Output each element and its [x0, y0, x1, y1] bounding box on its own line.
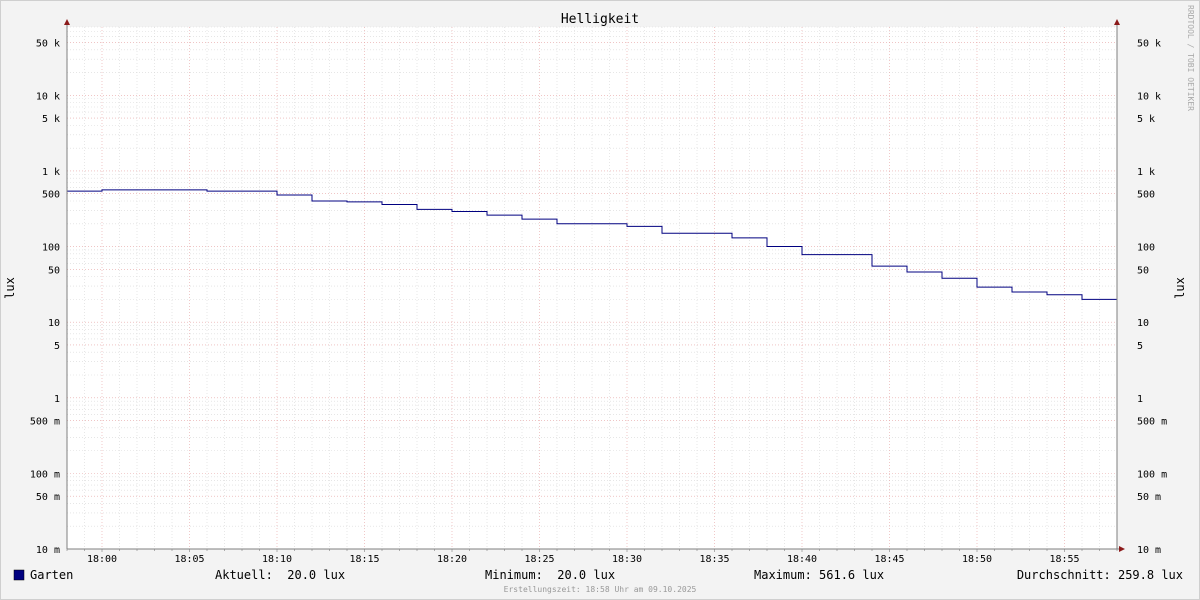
y-tick-label-right: 10 m: [1137, 545, 1161, 556]
y-tick-label-right: 1 k: [1137, 167, 1155, 178]
y-tick-label-left: 10: [48, 318, 60, 329]
y-tick-label-right: 100 m: [1137, 469, 1167, 480]
y-tick-label-right: 5 k: [1137, 114, 1155, 125]
legend-durchschnitt: Durchschnitt: 259.8 lux: [1017, 568, 1183, 582]
x-tick-label: 18:25: [524, 554, 554, 565]
x-tick-label: 18:10: [262, 554, 292, 565]
x-tick-label: 18:00: [87, 554, 117, 565]
y-tick-label-right: 5: [1137, 341, 1143, 352]
x-tick-label: 18:20: [437, 554, 467, 565]
x-tick-label: 18:15: [349, 554, 379, 565]
y-tick-label-right: 100: [1137, 243, 1155, 254]
creation-time-footer: Erstellungszeit: 18:58 Uhr am 09.10.2025: [504, 585, 697, 594]
y-tick-label-left: 5 k: [42, 114, 60, 125]
chart-title: Helligkeit: [561, 12, 639, 27]
y-tick-label-right: 50: [1137, 265, 1149, 276]
y-tick-label-left: 100: [42, 243, 60, 254]
y-tick-label-left: 50: [48, 265, 60, 276]
x-tick-label: 18:30: [612, 554, 642, 565]
legend-series-name: Garten: [30, 568, 73, 582]
y-tick-label-left: 50 m: [36, 492, 60, 503]
legend-swatch-garten: [13, 569, 25, 581]
chart: 50 k 10 k 5 k 1 k 500 100 50 10 5 1 500 m 100 m 50 m…: [0, 0, 1200, 600]
x-tick-label: 18:35: [699, 554, 729, 565]
y-tick-label-right: 500 m: [1137, 417, 1167, 428]
y-tick-label-left: 500: [42, 190, 60, 201]
y-axis-label-left: lux: [3, 277, 17, 299]
rrdtool-watermark: RRDTOOL / TOBI OETIKER: [1186, 5, 1195, 111]
y-tick-label-left: 100 m: [30, 469, 60, 480]
legend-aktuell: Aktuell: 20.0 lux: [215, 568, 345, 582]
y-tick-label-right: 10 k: [1137, 91, 1161, 102]
x-tick-label: 18:40: [787, 554, 817, 565]
y-axis-label-right: lux: [1173, 277, 1187, 299]
y-tick-label-right: 10: [1137, 318, 1149, 329]
y-tick-label-left: 1 k: [42, 167, 60, 178]
y-tick-label-left: 500 m: [30, 417, 60, 428]
y-tick-label-left: 5: [54, 341, 60, 352]
y-tick-label-left: 10 m: [36, 545, 60, 556]
y-tick-label-right: 1: [1137, 394, 1143, 405]
y-tick-label-right: 50 m: [1137, 492, 1161, 503]
y-tick-label-left: 1: [54, 394, 60, 405]
legend-minimum: Minimum: 20.0 lux: [485, 568, 615, 582]
y-tick-label-right: 500: [1137, 190, 1155, 201]
x-tick-label: 18:50: [962, 554, 992, 565]
legend-maximum: Maximum: 561.6 lux: [754, 568, 884, 582]
x-tick-label: 18:05: [174, 554, 204, 565]
y-tick-label-right: 50 k: [1137, 38, 1161, 49]
x-tick-label: 18:45: [874, 554, 904, 565]
x-tick-label: 18:55: [1049, 554, 1079, 565]
y-tick-label-left: 50 k: [36, 38, 60, 49]
y-tick-label-left: 10 k: [36, 91, 60, 102]
